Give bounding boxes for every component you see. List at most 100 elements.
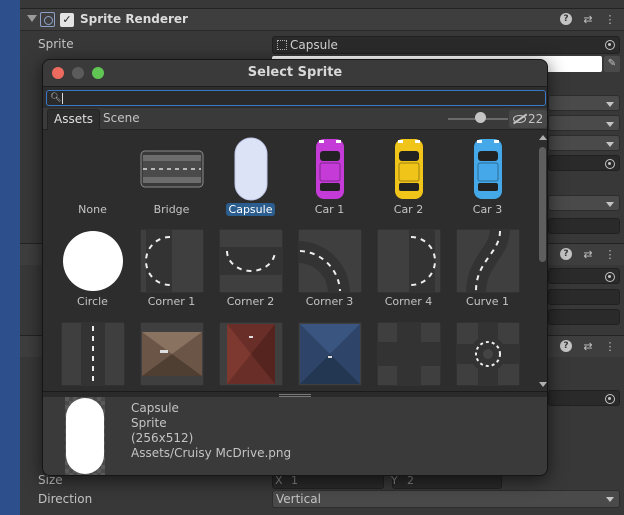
search-input[interactable] [61, 91, 541, 105]
background-object-field[interactable] [548, 390, 620, 406]
inspector-top-divider [20, 0, 624, 9]
direction-dropdown[interactable]: Vertical [272, 490, 620, 508]
hidden-items-toggle[interactable]: 22 [509, 110, 547, 128]
sprite-item-road-v[interactable] [53, 316, 132, 391]
sprite-item-label: Bridge [153, 203, 190, 216]
sprite-item-corner-2[interactable]: Corner 2 [211, 223, 290, 313]
sprite-thumbnail [140, 229, 204, 293]
tab-scene[interactable]: Scene [97, 109, 146, 130]
sprite-object-field[interactable]: Capsule [272, 36, 620, 54]
scroll-up-arrow-icon[interactable] [539, 135, 547, 140]
dropdown-arrow-icon [606, 497, 614, 502]
direction-value: Vertical [276, 492, 321, 506]
sprite-thumbnail [298, 322, 362, 386]
window-title: Select Sprite [247, 65, 343, 80]
text-caret [62, 93, 63, 104]
sprite-item-car-2[interactable]: Car 2 [369, 131, 448, 221]
sprite-item-car-1[interactable]: Car 1 [290, 131, 369, 221]
background-dropdown[interactable] [548, 95, 620, 111]
component-title: Sprite Renderer [80, 12, 188, 26]
more-menu-icon[interactable]: ⋮ [604, 340, 616, 353]
preview-type: Sprite [131, 416, 167, 430]
sprite-thumbnail [61, 137, 125, 201]
sprite-item-roof-brown[interactable] [132, 316, 211, 391]
object-picker-icon[interactable] [605, 272, 615, 282]
sprite-renderer-icon [40, 12, 55, 27]
help-icon[interactable]: ? [560, 340, 572, 352]
background-object-field[interactable] [548, 268, 620, 284]
background-field[interactable] [548, 289, 620, 305]
select-sprite-window: Select Sprite 🔍︎ Assets Scene 22 None Br… [42, 59, 548, 476]
background-dropdown[interactable] [548, 115, 620, 131]
sprite-item-label: Car 3 [472, 203, 503, 216]
sprite-item-roundabout[interactable] [448, 316, 527, 391]
sprite-item-label: Circle [77, 295, 108, 308]
object-picker-icon[interactable] [605, 394, 615, 404]
presets-icon[interactable]: ⇄ [582, 248, 594, 261]
sprite-thumbnail [298, 229, 362, 293]
presets-icon[interactable]: ⇄ [582, 340, 594, 353]
preview-thumbnail [65, 397, 105, 475]
sprite-object-value: Capsule [290, 38, 338, 52]
foldout-arrow-icon[interactable] [27, 15, 37, 22]
preview-name: Capsule [131, 401, 179, 415]
background-dropdown[interactable] [548, 195, 620, 211]
sprite-item-corner-1[interactable]: Corner 1 [132, 223, 211, 313]
more-menu-icon[interactable]: ⋮ [604, 13, 616, 26]
sprite-item-label: Capsule [211, 203, 290, 216]
sprite-item-cross[interactable] [369, 316, 448, 391]
preview-dimensions: (256x512) [131, 431, 194, 445]
sprite-thumbnail [61, 322, 125, 386]
presets-icon[interactable]: ⇄ [582, 13, 594, 26]
sprite-item-corner-3[interactable]: Corner 3 [290, 223, 369, 313]
grid-scrollbar[interactable] [537, 131, 547, 391]
sprite-thumbnail [63, 231, 123, 291]
sprite-item-roof-blue[interactable] [290, 316, 369, 391]
sprite-thumbnail [234, 137, 268, 201]
help-icon[interactable]: ? [560, 248, 572, 260]
background-object-field[interactable] [548, 155, 620, 171]
component-header-actions: ? ⇄ ⋮ [560, 248, 616, 261]
object-picker-icon[interactable] [605, 159, 615, 169]
sprite-thumbnail [474, 139, 502, 199]
sprite-renderer-header[interactable]: ✓ Sprite Renderer ? ⇄ ⋮ [20, 9, 624, 31]
sprite-thumbnail [140, 322, 204, 386]
sprite-item-curve-1[interactable]: Curve 1 [448, 223, 527, 313]
sprite-thumbnail [219, 229, 283, 293]
sprite-thumbnail [395, 139, 423, 199]
sprite-item-roof-red[interactable] [211, 316, 290, 391]
sprite-thumbnail [456, 229, 520, 293]
search-icon: 🔍︎ [50, 93, 62, 103]
sprite-item-bridge[interactable]: Bridge [132, 131, 211, 221]
dropdown-arrow-icon [606, 102, 614, 107]
tab-assets[interactable]: Assets [47, 109, 101, 130]
sprite-item-car-3[interactable]: Car 3 [448, 131, 527, 221]
background-dropdown[interactable] [548, 135, 620, 151]
sprite-item-label: Curve 1 [466, 295, 509, 308]
scrollbar-thumb[interactable] [539, 147, 546, 262]
sprite-item-label: Corner 3 [305, 295, 354, 308]
search-field[interactable]: 🔍︎ [46, 90, 546, 106]
more-menu-icon[interactable]: ⋮ [604, 248, 616, 261]
scroll-down-arrow-icon[interactable] [539, 382, 547, 387]
tab-bar: Assets Scene 22 [43, 108, 547, 130]
sprite-item-capsule[interactable]: Capsule [211, 131, 290, 221]
sprite-item-circle[interactable]: Circle [53, 223, 132, 313]
background-field[interactable] [548, 218, 620, 234]
sprite-asset-icon [277, 40, 287, 50]
visible-count: 22 [528, 112, 544, 126]
sprite-item-corner-4[interactable]: Corner 4 [369, 223, 448, 313]
sprite-grid: None Bridge Capsule Car 1 Car 2 Car 3 Ci… [43, 131, 537, 391]
component-enabled-checkbox[interactable]: ✓ [60, 13, 74, 27]
thumbnail-size-slider-handle[interactable] [475, 112, 486, 123]
sprite-thumbnail [377, 229, 441, 293]
sprite-item-label: Car 2 [393, 203, 424, 216]
background-field[interactable] [548, 309, 620, 325]
sprite-item-label: Car 1 [314, 203, 345, 216]
help-icon[interactable]: ? [560, 13, 572, 25]
sprite-item-none[interactable]: None [53, 131, 132, 221]
eyedropper-icon[interactable]: ✎ [604, 56, 620, 72]
object-picker-icon[interactable] [605, 40, 615, 50]
window-titlebar[interactable]: Select Sprite [43, 60, 547, 87]
preview-panel: Capsule Sprite (256x512) Assets/Cruisy M… [43, 397, 547, 475]
